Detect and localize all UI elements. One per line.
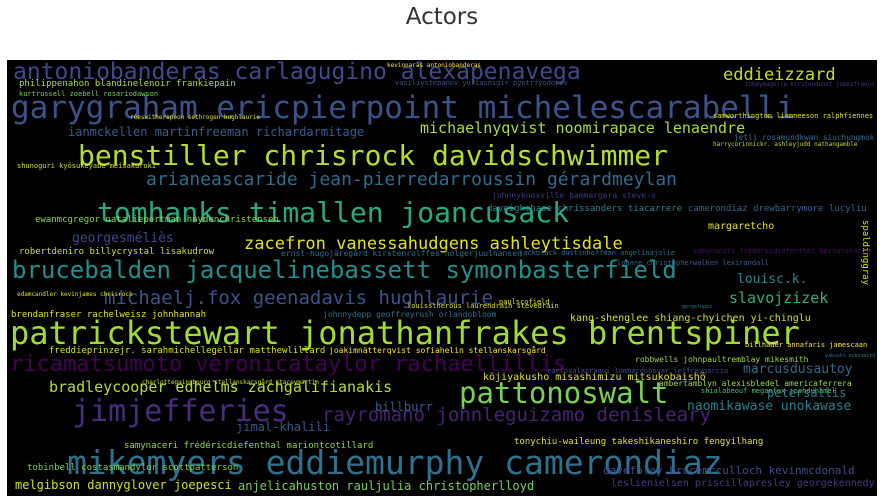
cloud-word: carlosalazraqui lombardoboyar jeffreygar… <box>547 367 729 375</box>
cloud-word: jackblack dustinhoffman angelinajolie <box>519 249 675 257</box>
cloud-word: slavojzizek <box>729 289 829 307</box>
cloud-word: davefoley brucemcculloch kevinmcdonald <box>603 464 855 477</box>
cloud-word: edamcandler kevinjames chrisrock <box>17 291 133 298</box>
cloud-word: naomikawase unokawase <box>687 399 852 414</box>
cloud-word: gorgelopez <box>682 304 713 310</box>
word-cloud: antoniobanderas carlagugino alexapenaveg… <box>7 60 877 496</box>
cloud-word: loanne christopherwalken lexirandall <box>617 259 769 267</box>
cloud-word: marcusdusautoy <box>743 362 853 377</box>
cloud-word: brucebalden jacquelinebassett symonbaste… <box>12 256 677 284</box>
cloud-word: robertdeniro billycrystal lisakudrow <box>19 247 215 257</box>
cloud-word: camerondiaz drewbarrymore lucyliu <box>688 204 867 214</box>
cloud-word: samynaceri frédéricdiefenthal mariontcot… <box>124 441 374 451</box>
cloud-word: kang-shenglee shiang-chyichen yi-chinglu <box>570 313 811 324</box>
cloud-word: joakimnätterqvist sofiahelin stellanskar… <box>329 346 546 355</box>
cloud-word: kurtrussell zoebell rosariodawson <box>19 90 159 98</box>
cloud-word: freddieprinzejr. sarahmichellegellar mat… <box>49 346 326 356</box>
cloud-word: shunoguri kyōsukeyabe meisakuroki <box>17 162 157 170</box>
cloud-word: harrycorinnickr. ashleyjudd nathangamble <box>713 141 858 148</box>
cloud-word: reeswitherspoon sethrogen hughlaurie <box>130 114 261 121</box>
cloud-word: tobinbell costasmandylor scottpatterson <box>27 463 239 473</box>
cloud-word: ewanmcgregor natalieportman haydenchrist… <box>35 215 279 225</box>
cloud-word: michaelnyqvist noomirapace lenaendre <box>420 119 746 137</box>
cloud-word: robbwells johnpaultremblay mikesmith <box>635 355 809 364</box>
cloud-word: samworthington liamneeson ralphfiennes <box>713 112 874 120</box>
cloud-word: johnnyknoxville bammargera steve-o <box>492 191 656 200</box>
cloud-word: philippenahon blandinelenoir frankiepain <box>19 79 236 89</box>
cloud-word: jimal-khalili <box>236 420 330 434</box>
cloud-word: samynaceri frédéricdiefenthal bernardfar… <box>693 247 871 255</box>
cloud-word: brendanfraser rachelweisz johnhannah <box>11 310 207 320</box>
cloud-word: billhader annafaris jamescaan <box>745 341 868 349</box>
cloud-word: tobeymaguire kirstendunst jamesfranco <box>745 82 875 88</box>
cloud-word: kevinnaras antoniobanderas <box>387 62 481 69</box>
cloud-word: louisc.k. <box>737 272 808 287</box>
cloud-word: benstiller chrisrock davidschwimmer <box>78 139 669 172</box>
cloud-word: shialabeouf meganfox joshduhamel <box>701 387 836 395</box>
cloud-word: ernst-hugojäregård kirstenrolffes holger… <box>281 249 522 258</box>
cloud-word: arianeascaride jean-pierredarroussin gér… <box>146 169 678 190</box>
cloud-word: ianmckellen martinfreeman richardarmitag… <box>68 125 365 139</box>
chart-title: Actors <box>405 4 479 30</box>
cloud-word: yakushi mikesmith <box>825 353 876 359</box>
cloud-word: billburr <box>375 400 433 414</box>
cloud-word: leslienielsen priscillapresley georgeken… <box>611 478 875 489</box>
cloud-word: georgesméliès <box>72 231 174 246</box>
cloud-word: anjelicahuston rauljulia christopherlloy… <box>238 479 535 493</box>
cloud-word: paulscofield <box>499 298 550 306</box>
cloud-word: tonychiu-waileung takeshikaneshiro fengy… <box>514 437 764 447</box>
cloud-word: charlottegainsbourg stellanskarsgård sta… <box>142 379 320 386</box>
cloud-word: vasiliystepanov yuliasnigir pyotrfyodoro… <box>395 79 568 87</box>
cloud-word: melgibson dannyglover joepesci <box>15 478 232 492</box>
cloud-word: daveighchase chrissanders tiacarrere <box>487 204 683 214</box>
cloud-word: johnnydepp geoffreyrush orlandobloom <box>323 310 497 319</box>
cloud-word: margaretcho <box>708 221 775 232</box>
